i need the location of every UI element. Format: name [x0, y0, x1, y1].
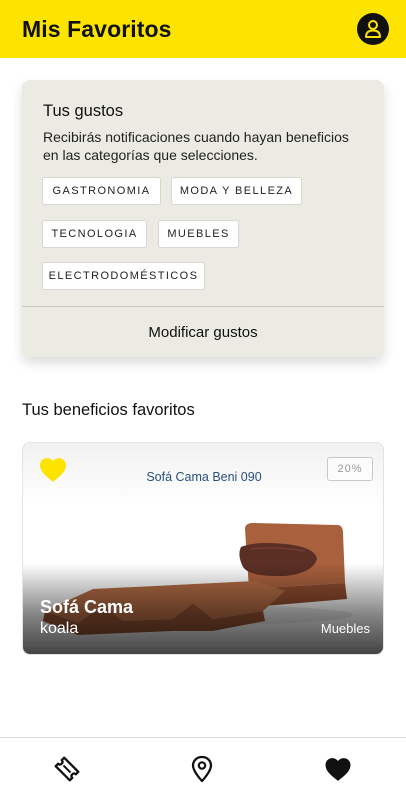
heart-icon[interactable] — [38, 457, 68, 483]
nav-item-benefits[interactable] — [52, 754, 82, 784]
nav-item-locations[interactable] — [187, 754, 217, 784]
nav-item-favorites[interactable] — [323, 754, 353, 784]
favorites-section-title: Tus beneficios favoritos — [22, 401, 195, 419]
category-chip-gastronomia[interactable]: GASTRONOMIA — [42, 177, 161, 205]
benefit-title: Sofá Cama — [40, 597, 134, 617]
preferences-description: Recibirás notificaciones cuando hayan be… — [43, 129, 349, 163]
category-chip-muebles[interactable]: MUEBLES — [158, 220, 239, 248]
category-chip-electrodomesticos[interactable]: ELECTRODOMÉSTICOS — [42, 262, 205, 290]
benefit-category: Muebles — [320, 621, 370, 636]
bottom-navigation — [0, 737, 406, 800]
ticket-icon — [54, 756, 80, 782]
preferences-title: Tus gustos — [43, 102, 124, 120]
location-pin-icon — [191, 755, 213, 783]
user-icon — [365, 20, 381, 38]
profile-button[interactable] — [357, 13, 389, 45]
app-header: Mis Favoritos — [0, 0, 406, 58]
favorite-benefit-card[interactable]: Sofá Cama Beni 090 20% Sofá Cama koala M… — [22, 442, 384, 655]
preferences-card: Tus gustos Recibirás notificaciones cuan… — [22, 80, 384, 357]
discount-badge: 20% — [327, 457, 373, 481]
benefit-brand: koala — [40, 620, 79, 637]
category-chip-moda-y-belleza[interactable]: MODA Y BELLEZA — [171, 177, 302, 205]
heart-icon — [325, 757, 351, 781]
page-title: Mis Favoritos — [22, 15, 172, 42]
modify-preferences-button[interactable]: Modificar gustos — [22, 307, 384, 357]
category-chip-tecnologia[interactable]: TECNOLOGIA — [42, 220, 147, 248]
